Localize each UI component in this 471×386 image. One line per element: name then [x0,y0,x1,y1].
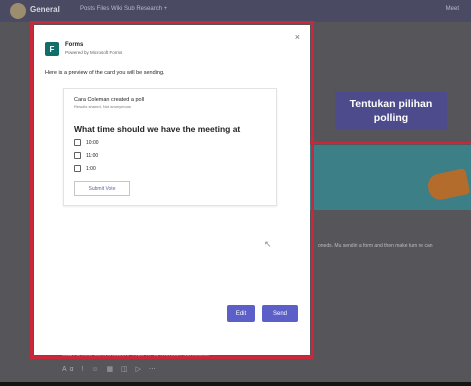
submit-vote-button[interactable]: Submit Vote [74,181,130,196]
send-button[interactable]: Send [262,305,298,322]
poll-option[interactable]: 10:00 [74,139,99,146]
poll-card-preview: Cara Coleman created a poll Results shar… [63,88,277,206]
meet-button[interactable]: Meet [446,6,459,12]
poll-meta: Results shared, Not anonymous [74,104,131,109]
poll-option-label: 1:00 [86,165,96,172]
compose-toolbar[interactable]: Aɑ ! ☺ ▦ ◫ ▷ ⋯ [62,365,159,373]
edit-button[interactable]: Edit [227,305,255,322]
team-avatar[interactable] [10,3,26,19]
callout-label: Tentukan pilihan polling [335,92,447,130]
poll-question: What time should we have the meeting at [74,124,241,134]
poll-option-label: 10:00 [86,139,99,146]
channel-title[interactable]: General [30,5,60,14]
channel-tabs[interactable]: Posts Files Wiki Sub Research + [80,6,167,12]
forms-dialog: × F Forms Powered by Microsoft Forms Her… [34,25,310,355]
forms-app-icon: F [45,42,59,56]
bottom-edge [0,382,471,386]
poll-creator: Cara Coleman created a poll [74,97,145,103]
app-name: Forms [65,42,84,48]
checkbox-icon[interactable] [74,139,81,146]
teams-top-bar: General Posts Files Wiki Sub Research + … [0,0,471,22]
checkbox-icon[interactable] [74,165,81,172]
poll-option-label: 11:00 [86,152,99,159]
checkbox-icon[interactable] [74,152,81,159]
poll-option[interactable]: 11:00 [74,152,98,159]
background-post-text: oneds. Mu sendiri a form and then make t… [318,243,433,249]
app-subtitle: Powered by Microsoft Forms [65,50,123,55]
mouse-cursor-icon: ↖ [264,239,272,249]
close-icon[interactable]: × [295,32,300,42]
poll-option[interactable]: 1:00 [74,165,96,172]
preview-description: Here is a preview of the card you will b… [45,70,165,76]
